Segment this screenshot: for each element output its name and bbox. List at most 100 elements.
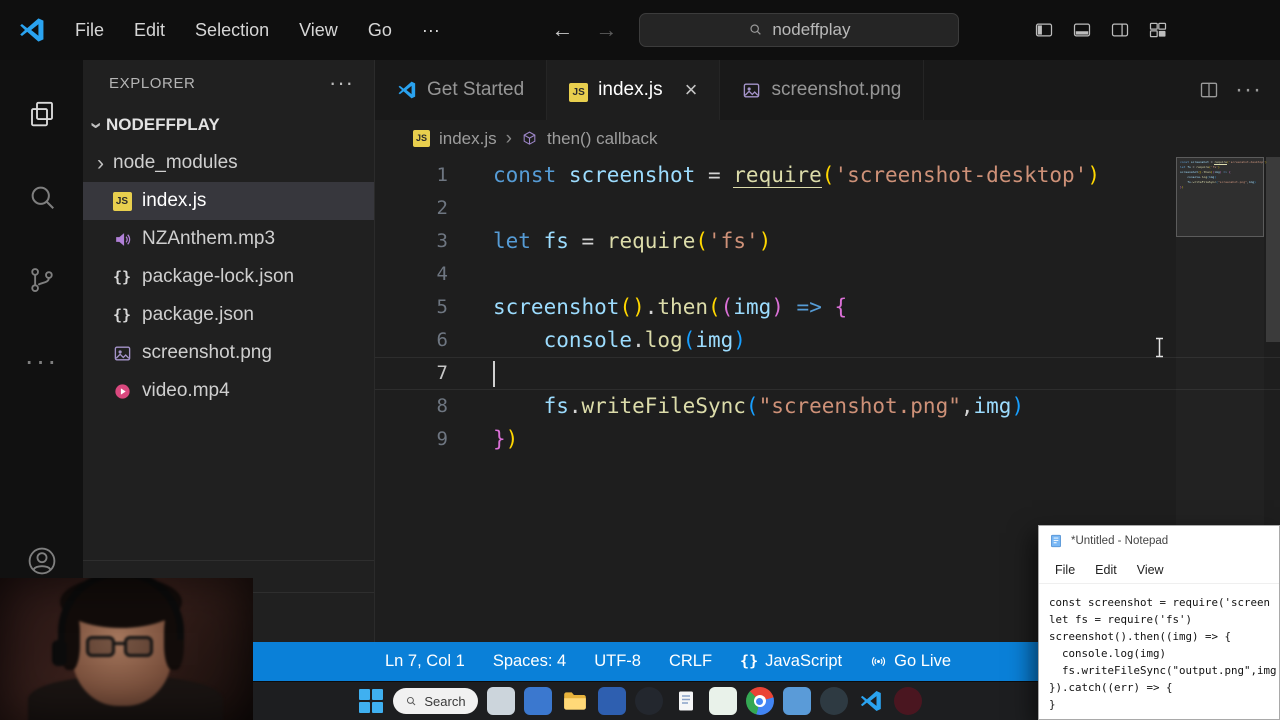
explorer-more-icon[interactable]: ···: [329, 70, 354, 96]
code-token: ,: [961, 394, 974, 418]
file-label: package-lock.json: [142, 266, 294, 288]
chevron-down-icon: ›: [86, 122, 107, 129]
braces-icon: {}: [740, 652, 758, 671]
js-icon: JS: [111, 192, 133, 211]
activity-search[interactable]: [0, 155, 83, 238]
code-token: require: [607, 229, 696, 253]
notepad-menu-edit[interactable]: Edit: [1085, 559, 1127, 581]
file-index-js[interactable]: JSindex.js: [83, 182, 374, 220]
activity-more[interactable]: ···: [0, 321, 83, 404]
file-list: ›node_modulesJSindex.jsNZAnthem.mp3{}pac…: [83, 144, 374, 410]
tab-get-started[interactable]: Get Started: [375, 60, 547, 120]
breadcrumb-file[interactable]: index.js: [439, 129, 497, 149]
taskbar-icon-vscode[interactable]: [857, 687, 885, 715]
code-token: [822, 295, 835, 319]
code-token: writeFileSync: [582, 394, 746, 418]
code-token: .: [632, 328, 645, 352]
status-go-live[interactable]: Go Live: [870, 652, 951, 671]
minimap-slider[interactable]: [1176, 157, 1264, 237]
menu-selection[interactable]: Selection: [180, 14, 284, 47]
notepad-icon: [1049, 534, 1063, 548]
split-editor-icon[interactable]: [1199, 80, 1219, 100]
tab-label: screenshot.png: [771, 79, 901, 101]
code-token: ): [1011, 394, 1024, 418]
file-screenshot-png[interactable]: screenshot.png: [83, 334, 374, 372]
code-token: =: [708, 163, 721, 187]
menu-file[interactable]: File: [60, 14, 119, 47]
toggle-secondary-sidebar-icon[interactable]: [1110, 20, 1130, 40]
menu-view[interactable]: View: [284, 14, 353, 47]
file-node-modules[interactable]: ›node_modules: [83, 144, 374, 182]
code-token: =: [582, 229, 595, 253]
close-icon[interactable]: ×: [685, 77, 698, 103]
taskbar-icon-camera-app[interactable]: [820, 687, 848, 715]
notepad-titlebar[interactable]: *Untitled - Notepad: [1039, 526, 1279, 556]
code-token: screenshot: [569, 163, 695, 187]
notepad-window[interactable]: *Untitled - Notepad FileEditView const s…: [1038, 525, 1280, 720]
sidebar-section-divider[interactable]: [83, 560, 374, 561]
explorer-title: EXPLORER: [109, 75, 196, 92]
file-video-mp4[interactable]: video.mp4: [83, 372, 374, 410]
notepad-line: }).catch((err) => {: [1049, 679, 1279, 696]
js-icon: JS: [569, 79, 588, 102]
webcam-person: [0, 578, 253, 720]
breadcrumb-symbol[interactable]: then() callback: [547, 129, 658, 149]
line-number: 6: [375, 324, 448, 357]
line-number: 9: [375, 423, 448, 456]
activity-explorer[interactable]: [0, 72, 83, 155]
broadcast-icon: [870, 653, 887, 670]
taskbar-icon-firefox[interactable]: [894, 687, 922, 715]
code-token: {: [835, 295, 848, 319]
code-token: [493, 394, 544, 418]
status-utf-8[interactable]: UTF-8: [594, 652, 641, 671]
status-spaces-4[interactable]: Spaces: 4: [493, 652, 566, 671]
menu-go[interactable]: Go: [353, 14, 407, 47]
folder-root[interactable]: › NODEFFPLAY: [83, 106, 374, 144]
taskbar-icon-blue-app[interactable]: [783, 687, 811, 715]
editor-more-icon[interactable]: ···: [1235, 76, 1262, 104]
status-crlf[interactable]: CRLF: [669, 652, 712, 671]
menu-item[interactable]: ···: [407, 14, 455, 47]
file-package-lock-json[interactable]: {}package-lock.json: [83, 258, 374, 296]
code-token: ): [759, 229, 772, 253]
toggle-primary-sidebar-icon[interactable]: [1034, 20, 1054, 40]
tab-label: Get Started: [427, 79, 524, 101]
mouse-ibeam-cursor: [1153, 337, 1166, 358]
taskbar-icon-obs-studio[interactable]: [635, 687, 663, 715]
tab-index-js[interactable]: JSindex.js×: [547, 60, 720, 120]
taskbar-icon-file-explorer[interactable]: [561, 687, 589, 715]
line-text: const screenshot = require('screenshot-d…: [448, 159, 1100, 192]
forward-arrow-icon[interactable]: →: [595, 17, 617, 43]
activity-source-control[interactable]: [0, 238, 83, 321]
notepad-menu-view[interactable]: View: [1127, 559, 1174, 581]
taskbar-icon-notepad[interactable]: [672, 687, 700, 715]
taskbar-icon-green-app[interactable]: [709, 687, 737, 715]
taskbar-icon-chrome[interactable]: [746, 687, 774, 715]
customize-layout-icon[interactable]: [1148, 20, 1168, 40]
line-text: console.log(img): [448, 324, 746, 357]
file-package-json[interactable]: {}package.json: [83, 296, 374, 334]
back-arrow-icon[interactable]: ←: [551, 17, 573, 43]
taskbar-search[interactable]: Search: [393, 688, 477, 714]
code-token: "screenshot.png": [759, 394, 961, 418]
taskbar-icon-word[interactable]: [598, 687, 626, 715]
status-ln-7-col-1[interactable]: Ln 7, Col 1: [385, 652, 465, 671]
search-icon: [748, 22, 764, 38]
command-center-search[interactable]: nodeffplay: [639, 13, 959, 47]
notepad-content[interactable]: const screenshot = require('screenlet fs…: [1039, 584, 1279, 713]
taskbar-icon-mail-app[interactable]: [524, 687, 552, 715]
menu-edit[interactable]: Edit: [119, 14, 180, 47]
status-label: JavaScript: [765, 652, 842, 671]
status-javascript[interactable]: {} JavaScript: [740, 652, 842, 671]
tab-screenshot-png[interactable]: screenshot.png: [720, 60, 924, 120]
code-token: [721, 163, 734, 187]
code-line-3: 3let fs = require('fs'): [375, 225, 1280, 258]
file-nzanthem-mp3[interactable]: NZAnthem.mp3: [83, 220, 374, 258]
chevron-right-icon: ›: [97, 153, 104, 174]
notepad-menu-file[interactable]: File: [1045, 559, 1085, 581]
breadcrumb: JS index.js › then() callback: [375, 120, 1280, 157]
taskbar-icon-task-view[interactable]: [487, 687, 515, 715]
toggle-panel-icon[interactable]: [1072, 20, 1092, 40]
status-label: Ln 7, Col 1: [385, 652, 465, 671]
start-button-icon[interactable]: [358, 688, 384, 714]
